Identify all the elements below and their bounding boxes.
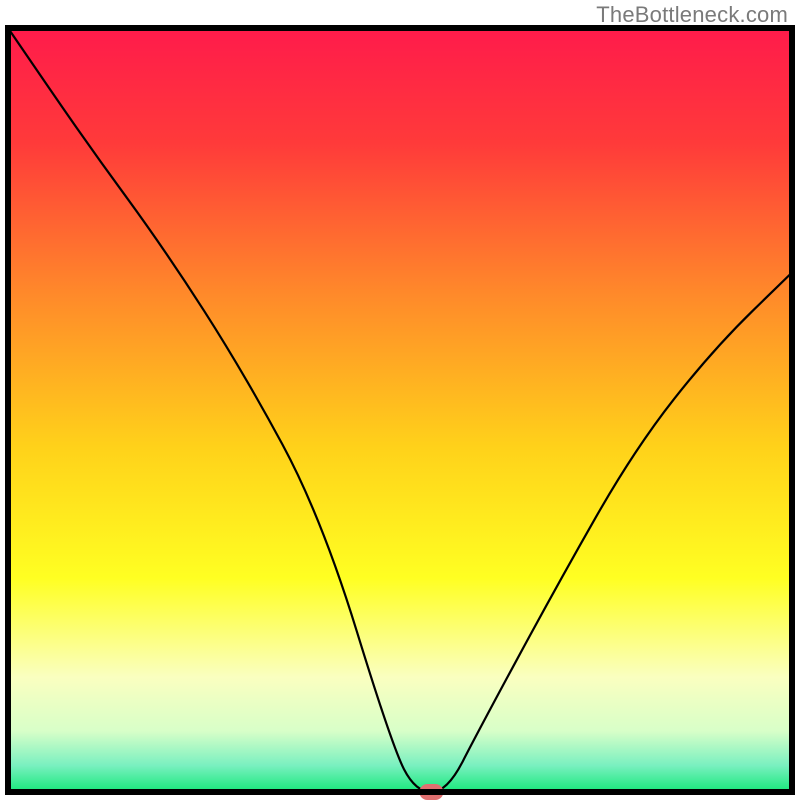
plot-background [8,28,792,792]
bottleneck-chart [0,0,800,800]
chart-container: TheBottleneck.com [0,0,800,800]
